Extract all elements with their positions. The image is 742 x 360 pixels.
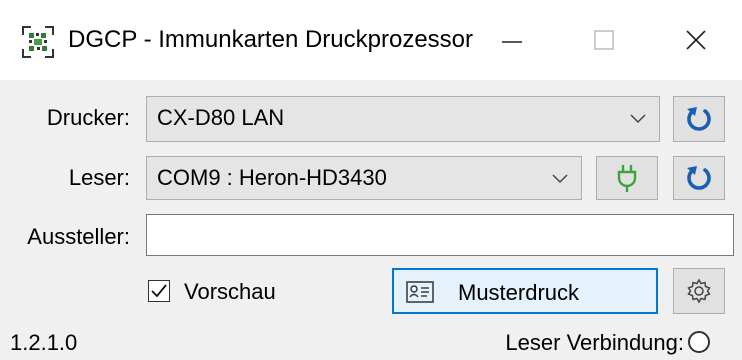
- refresh-printer-button[interactable]: [673, 96, 725, 142]
- preview-label[interactable]: Vorschau: [184, 278, 276, 306]
- maximize-icon: [594, 30, 614, 50]
- refresh-reader-button[interactable]: [673, 156, 725, 200]
- plug-icon: [617, 165, 637, 192]
- checkmark-icon: [151, 284, 167, 298]
- printer-select[interactable]: CX-D80 LAN: [146, 96, 660, 142]
- settings-button[interactable]: [673, 268, 725, 314]
- refresh-icon: [687, 107, 711, 131]
- connect-reader-button[interactable]: [596, 156, 658, 200]
- qr-badge-icon: [22, 26, 54, 58]
- reader-select-value: COM9 : Heron-HD3430: [157, 165, 387, 190]
- close-button[interactable]: [650, 0, 742, 80]
- printer-label: Drucker:: [46, 105, 130, 130]
- reader-connection-label: Leser Verbindung:: [505, 330, 684, 355]
- minimize-button[interactable]: [466, 0, 558, 80]
- id-card-icon: [406, 281, 434, 303]
- issuer-input[interactable]: [146, 214, 734, 256]
- gear-icon: [687, 278, 711, 304]
- version-text: 1.2.1.0: [10, 330, 78, 355]
- printer-select-value: CX-D80 LAN: [157, 105, 285, 130]
- minimize-icon: [502, 41, 522, 43]
- sample-print-label: Musterdruck: [458, 280, 580, 305]
- chevron-down-icon: [630, 114, 646, 124]
- reader-label: Leser:: [68, 165, 130, 190]
- refresh-icon: [687, 166, 711, 190]
- maximize-button[interactable]: [558, 0, 650, 80]
- chevron-down-icon: [552, 174, 568, 184]
- issuer-label: Aussteller:: [27, 224, 130, 249]
- connection-status-indicator: [688, 331, 710, 353]
- sample-print-button[interactable]: Musterdruck: [392, 268, 658, 314]
- reader-select[interactable]: COM9 : Heron-HD3430: [146, 156, 582, 200]
- close-icon: [686, 30, 706, 50]
- window-title: DGCP - Immunkarten Druckprozessor: [68, 26, 473, 53]
- preview-checkbox[interactable]: [148, 280, 170, 302]
